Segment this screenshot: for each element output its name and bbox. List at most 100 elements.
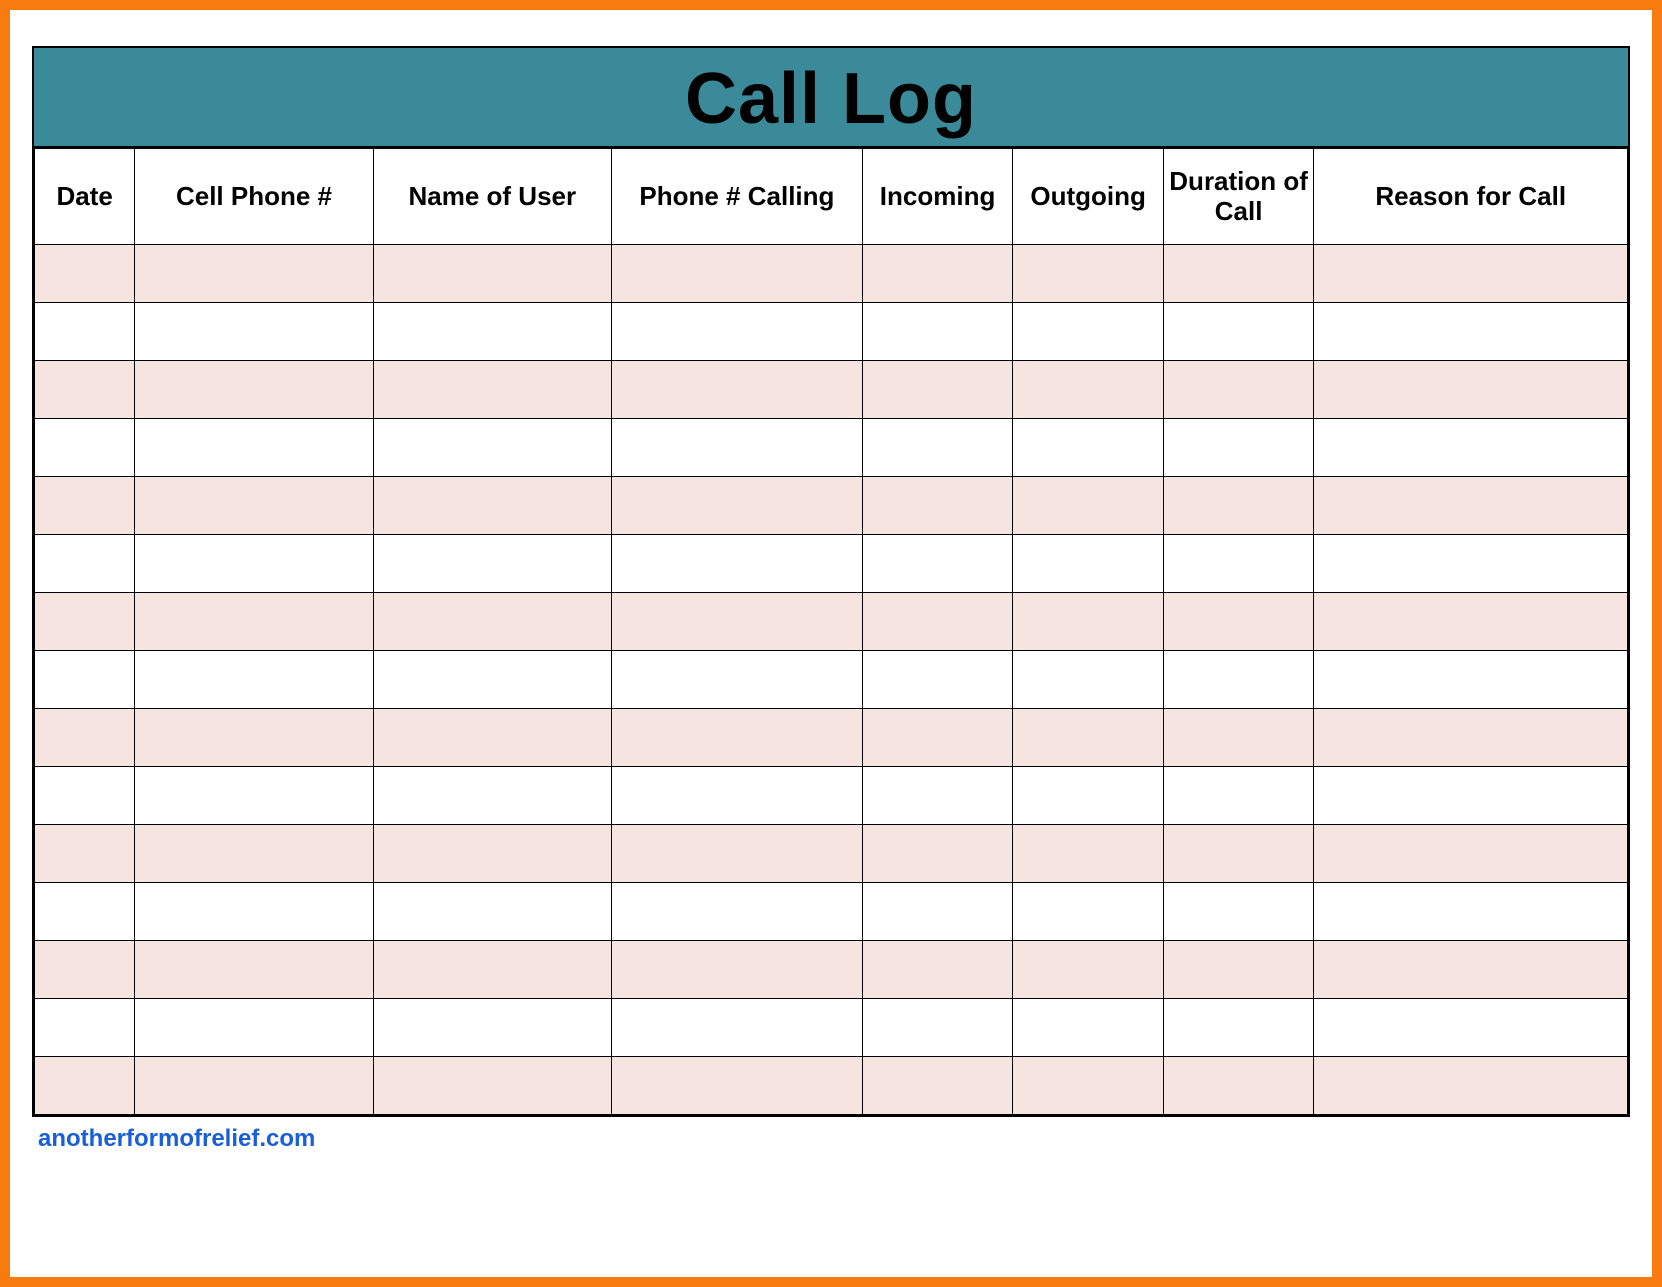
cell[interactable]	[1163, 709, 1314, 767]
cell[interactable]	[135, 419, 373, 477]
cell[interactable]	[373, 593, 611, 651]
cell[interactable]	[373, 709, 611, 767]
cell[interactable]	[35, 999, 135, 1057]
cell[interactable]	[373, 477, 611, 535]
cell[interactable]	[373, 651, 611, 709]
cell[interactable]	[862, 825, 1013, 883]
cell[interactable]	[611, 883, 862, 941]
cell[interactable]	[611, 361, 862, 419]
cell[interactable]	[1013, 535, 1164, 593]
cell[interactable]	[1163, 477, 1314, 535]
cell[interactable]	[1314, 999, 1628, 1057]
cell[interactable]	[1163, 767, 1314, 825]
cell[interactable]	[862, 883, 1013, 941]
cell[interactable]	[35, 883, 135, 941]
cell[interactable]	[611, 419, 862, 477]
cell[interactable]	[35, 477, 135, 535]
cell[interactable]	[611, 767, 862, 825]
cell[interactable]	[135, 535, 373, 593]
cell[interactable]	[611, 1057, 862, 1115]
cell[interactable]	[135, 477, 373, 535]
cell[interactable]	[1013, 245, 1164, 303]
cell[interactable]	[862, 535, 1013, 593]
cell[interactable]	[611, 941, 862, 999]
cell[interactable]	[35, 1057, 135, 1115]
cell[interactable]	[135, 999, 373, 1057]
cell[interactable]	[1163, 883, 1314, 941]
cell[interactable]	[862, 709, 1013, 767]
cell[interactable]	[35, 651, 135, 709]
cell[interactable]	[1314, 535, 1628, 593]
cell[interactable]	[373, 245, 611, 303]
cell[interactable]	[135, 1057, 373, 1115]
cell[interactable]	[862, 303, 1013, 361]
cell[interactable]	[35, 825, 135, 883]
cell[interactable]	[1163, 941, 1314, 999]
cell[interactable]	[35, 941, 135, 999]
cell[interactable]	[862, 477, 1013, 535]
cell[interactable]	[1013, 303, 1164, 361]
cell[interactable]	[135, 709, 373, 767]
cell[interactable]	[135, 245, 373, 303]
cell[interactable]	[1013, 419, 1164, 477]
cell[interactable]	[1314, 477, 1628, 535]
cell[interactable]	[373, 1057, 611, 1115]
cell[interactable]	[35, 361, 135, 419]
cell[interactable]	[1314, 709, 1628, 767]
cell[interactable]	[1314, 303, 1628, 361]
cell[interactable]	[862, 593, 1013, 651]
cell[interactable]	[862, 1057, 1013, 1115]
cell[interactable]	[1314, 245, 1628, 303]
cell[interactable]	[862, 999, 1013, 1057]
cell[interactable]	[1163, 361, 1314, 419]
cell[interactable]	[1314, 825, 1628, 883]
cell[interactable]	[1163, 651, 1314, 709]
cell[interactable]	[611, 593, 862, 651]
cell[interactable]	[1163, 245, 1314, 303]
cell[interactable]	[1013, 883, 1164, 941]
cell[interactable]	[373, 419, 611, 477]
cell[interactable]	[35, 245, 135, 303]
cell[interactable]	[1314, 419, 1628, 477]
cell[interactable]	[373, 767, 611, 825]
cell[interactable]	[1163, 593, 1314, 651]
cell[interactable]	[1314, 1057, 1628, 1115]
cell[interactable]	[373, 535, 611, 593]
cell[interactable]	[1013, 1057, 1164, 1115]
cell[interactable]	[373, 303, 611, 361]
cell[interactable]	[373, 883, 611, 941]
cell[interactable]	[35, 709, 135, 767]
cell[interactable]	[862, 419, 1013, 477]
cell[interactable]	[35, 767, 135, 825]
cell[interactable]	[611, 709, 862, 767]
cell[interactable]	[611, 535, 862, 593]
cell[interactable]	[1013, 825, 1164, 883]
cell[interactable]	[1314, 361, 1628, 419]
cell[interactable]	[373, 361, 611, 419]
cell[interactable]	[135, 941, 373, 999]
cell[interactable]	[1314, 883, 1628, 941]
cell[interactable]	[611, 245, 862, 303]
cell[interactable]	[1013, 361, 1164, 419]
cell[interactable]	[1013, 593, 1164, 651]
cell[interactable]	[135, 651, 373, 709]
cell[interactable]	[1013, 477, 1164, 535]
cell[interactable]	[611, 651, 862, 709]
cell[interactable]	[1163, 535, 1314, 593]
cell[interactable]	[611, 999, 862, 1057]
cell[interactable]	[1013, 767, 1164, 825]
cell[interactable]	[35, 419, 135, 477]
cell[interactable]	[135, 767, 373, 825]
cell[interactable]	[862, 941, 1013, 999]
cell[interactable]	[862, 767, 1013, 825]
cell[interactable]	[35, 593, 135, 651]
cell[interactable]	[35, 535, 135, 593]
cell[interactable]	[373, 999, 611, 1057]
cell[interactable]	[1163, 825, 1314, 883]
cell[interactable]	[135, 883, 373, 941]
cell[interactable]	[1163, 1057, 1314, 1115]
cell[interactable]	[1314, 651, 1628, 709]
footer-link[interactable]: anotherformofrelief.com	[32, 1125, 1630, 1153]
cell[interactable]	[1013, 651, 1164, 709]
cell[interactable]	[1314, 767, 1628, 825]
